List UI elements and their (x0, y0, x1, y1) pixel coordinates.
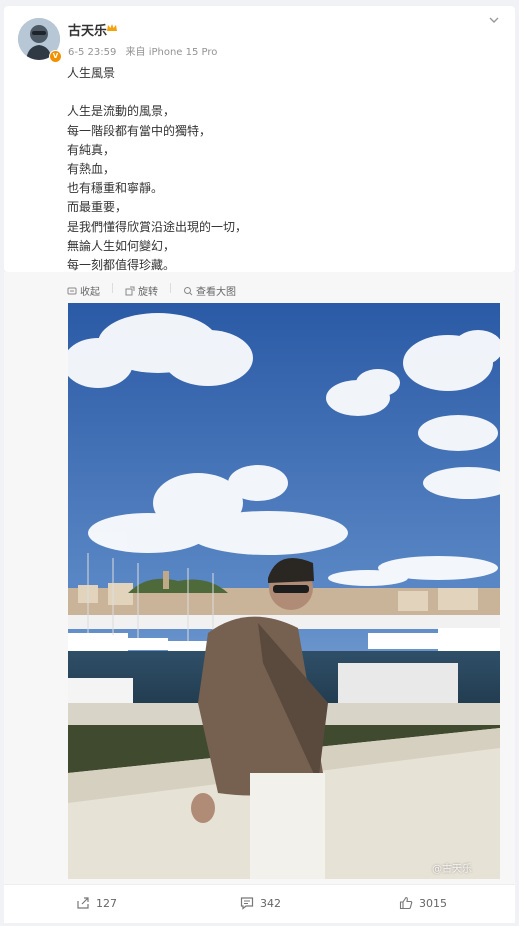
post-line: 人生風景 (67, 66, 116, 80)
repost-icon (77, 897, 89, 909)
post-meta: 6-5 23:59 来自 iPhone 15 Pro (68, 43, 223, 58)
post-photo[interactable] (68, 303, 500, 879)
post-line (67, 83, 487, 102)
view-large-icon (184, 286, 193, 295)
comment-count: 342 (260, 896, 281, 910)
post-line: 有純真， (67, 142, 116, 157)
photo-watermark: @古天乐 (432, 864, 472, 875)
post-line: 是我們懂得欣賞沿途出現的一切， (67, 219, 248, 234)
rotate-label: 旋转 (138, 287, 158, 298)
post-text: 人生風景 人生是流動的風景， 每一階段都有當中的獨特， 有純真， 有熱血， 也有… (67, 64, 487, 275)
divider (170, 283, 171, 293)
collapse-button[interactable]: 收起 (67, 283, 100, 298)
post-line: 人生是流動的風景， (67, 104, 176, 119)
like-button[interactable]: 3015 (399, 896, 447, 910)
post-footer: 127 342 3015 (4, 884, 515, 923)
like-count: 3015 (419, 896, 447, 910)
repost-button[interactable]: 127 (76, 896, 117, 910)
collapse-label: 收起 (80, 287, 100, 298)
repost-count: 127 (96, 896, 117, 910)
post-line: 每一階段都有當中的獨特， (67, 123, 212, 138)
view-large-button[interactable]: 查看大图 (183, 283, 236, 298)
photo-image (68, 303, 500, 879)
divider (112, 283, 113, 293)
comment-button[interactable]: 342 (240, 896, 281, 910)
verified-badge: V (49, 50, 62, 63)
chevron-down-icon[interactable] (488, 15, 500, 25)
post-line: 也有穩重和寧靜。 (67, 181, 164, 196)
like-icon (399, 896, 413, 910)
view-large-label: 查看大图 (196, 287, 236, 298)
image-actions: 收起 旋转 查看大图 (67, 283, 236, 298)
rotate-button[interactable]: 旋转 (125, 283, 158, 298)
comment-icon (240, 897, 254, 910)
collapse-icon (67, 287, 77, 294)
post-line: 而最重要， (67, 200, 128, 215)
post-line: 每一刻都值得珍藏。 (67, 257, 176, 272)
post-time[interactable]: 6-5 23:59 (68, 47, 116, 58)
post-source: 来自 iPhone 15 Pro (125, 47, 218, 58)
author-name[interactable]: 古天乐 (68, 20, 107, 39)
post-line: 無論人生如何變幻， (67, 238, 176, 253)
rotate-icon (125, 286, 135, 295)
post-line: 有熱血， (67, 161, 116, 176)
crown-icon (107, 24, 117, 31)
